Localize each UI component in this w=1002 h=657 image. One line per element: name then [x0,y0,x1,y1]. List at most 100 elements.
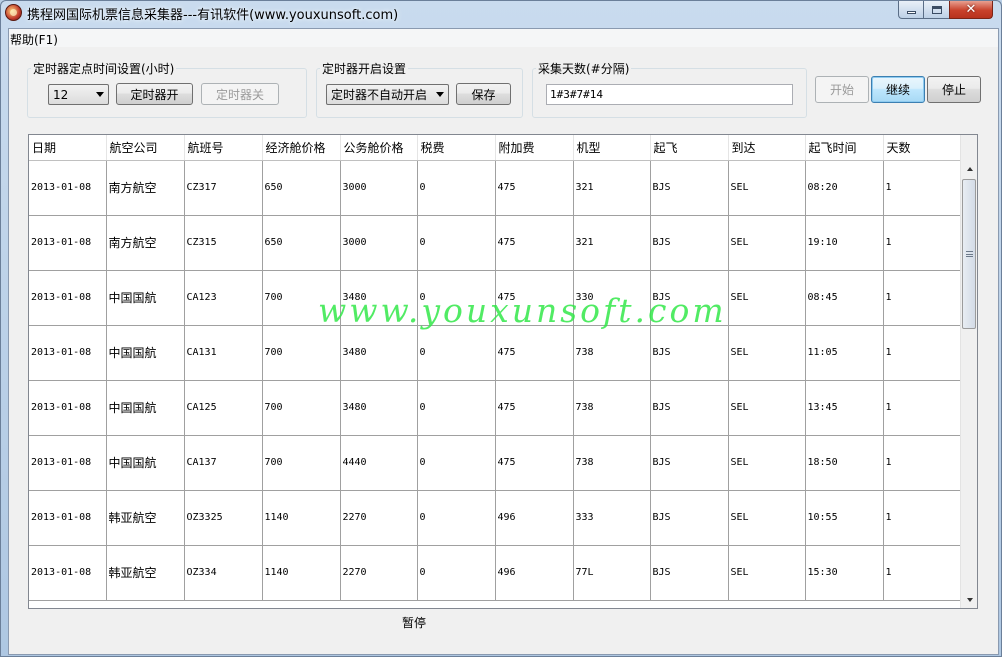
table-cell: 10:55 [805,490,884,546]
table-cell: 南方航空 [106,160,185,216]
timer-start-group: 定时器开启设置 定时器不自动开启 保存 [316,60,523,118]
table-row[interactable]: 2013-01-08 中国国航 CA137 700 4440 0 475 738 BJS SEL 1… [29,435,961,491]
table-cell: 0 [417,215,496,271]
app-window: 携程网国际机票信息采集器---有讯软件(www.youxunsoft.com) … [0,0,1002,657]
column-header[interactable]: 日期 [29,135,107,161]
table-cell: 2013-01-08 [29,490,107,546]
timer-schedule-label: 定时器定点时间设置(小时) [31,60,177,77]
table-row[interactable]: 2013-01-08 中国国航 CA125 700 3480 0 475 738 BJS SEL 1… [29,380,961,436]
table-row[interactable]: 2013-01-08 南方航空 CZ315 650 3000 0 475 321 BJS SEL 1… [29,215,961,271]
table-cell: 738 [573,380,651,436]
table-row[interactable]: 2013-01-08 中国国航 CA123 700 3480 0 475 330 BJS SEL 0… [29,270,961,326]
table-row[interactable]: 2013-01-08 南方航空 CZ317 650 3000 0 475 321 BJS SEL 0… [29,160,961,216]
continue-button[interactable]: 继续 [871,76,925,103]
table-row[interactable]: 2013-01-08 韩亚航空 OZ3325 1140 2270 0 496 333 BJS SE… [29,490,961,546]
table-cell: 2013-01-08 [29,435,107,491]
maximize-button[interactable] [923,1,950,19]
table-cell: CA131 [184,325,263,381]
column-header[interactable]: 机型 [573,135,651,161]
table-cell: CA137 [184,435,263,491]
table-cell: 15:30 [805,545,884,601]
table-header-row: 日期 航空公司 航班号 经济舱价格 公务舱价格 税费 附加费 机型 起飞 到达 起飞时间 天数 [29,135,961,161]
table-cell: OZ3325 [184,490,263,546]
flight-table: 日期 航空公司 航班号 经济舱价格 公务舱价格 税费 附加费 机型 起飞 到达 起飞时间 天数 201… [29,135,961,601]
table-cell: BJS [650,490,729,546]
table-cell: SEL [728,215,806,271]
table-cell: 738 [573,325,651,381]
scroll-thumb[interactable] [962,179,976,329]
timer-mode-value: 定时器不自动开启 [331,88,428,102]
save-button[interactable]: 保存 [456,83,511,105]
timer-off-button[interactable]: 定时器关 [201,83,279,105]
start-button[interactable]: 开始 [815,76,869,103]
table-cell: 0 [417,325,496,381]
close-button[interactable]: ✕ [949,1,993,19]
column-header[interactable]: 到达 [728,135,806,161]
title-bar[interactable]: 携程网国际机票信息采集器---有讯软件(www.youxunsoft.com) … [1,1,1001,25]
table-row[interactable]: 2013-01-08 韩亚航空 OZ334 1140 2270 0 496 77L BJS SEL… [29,545,961,601]
scroll-down-icon [966,597,973,602]
column-header[interactable]: 天数 [883,135,961,161]
table-cell: 0 [417,160,496,216]
table-cell: 18:50 [805,435,884,491]
column-header[interactable]: 起飞时间 [805,135,884,161]
scroll-up-icon [966,166,973,171]
table-cell: 3480 [340,325,418,381]
collect-days-input[interactable]: 1#3#7#14 [546,84,793,105]
table-cell: 2013-01-08 [29,545,107,601]
table-cell: 中国国航 [106,435,185,491]
table-cell: 1140 [262,545,341,601]
table-cell: 4440 [340,435,418,491]
column-header[interactable]: 税费 [417,135,496,161]
table-cell: BJS [650,380,729,436]
table-cell: SEL [728,435,806,491]
table-cell: 1 [883,215,961,271]
column-header[interactable]: 航空公司 [106,135,185,161]
table-cell: BJS [650,325,729,381]
timer-on-button[interactable]: 定时器开 [116,83,193,105]
table-cell: BJS [650,270,729,326]
minimize-icon [906,11,916,14]
table-cell: 77L [573,545,651,601]
column-header[interactable]: 公务舱价格 [340,135,418,161]
table-cell: 2013-01-08 [29,325,107,381]
table-cell: 475 [495,380,574,436]
column-header[interactable]: 航班号 [184,135,263,161]
table-cell: 中国国航 [106,380,185,436]
table-cell: 738 [573,435,651,491]
menu-help[interactable]: 帮助(F1) [9,31,59,48]
table-cell: BJS [650,545,729,601]
table-cell: 08:20 [805,160,884,216]
table-cell: 700 [262,325,341,381]
table-cell: 1 [883,380,961,436]
table-cell: OZ334 [184,545,263,601]
table-cell: CZ317 [184,160,263,216]
table-cell: SEL [728,325,806,381]
column-header[interactable]: 起飞 [650,135,729,161]
table-cell: SEL [728,490,806,546]
table-cell: 330 [573,270,651,326]
scroll-up-button[interactable] [961,160,977,177]
table-cell: 2013-01-08 [29,270,107,326]
stop-button[interactable]: 停止 [927,76,981,103]
table-cell: 700 [262,380,341,436]
table-cell: 650 [262,215,341,271]
timer-hour-select[interactable]: 12 [48,84,109,105]
minimize-button[interactable] [898,1,924,19]
table-cell: 475 [495,325,574,381]
table-row[interactable]: 2013-01-08 中国国航 CA131 700 3480 0 475 738 BJS SEL 1… [29,325,961,381]
table-cell: SEL [728,545,806,601]
column-header[interactable]: 附加费 [495,135,574,161]
vertical-scrollbar[interactable] [960,135,977,608]
table-cell: 700 [262,270,341,326]
table-cell: BJS [650,215,729,271]
timer-hour-value: 12 [53,87,69,102]
flight-data-grid[interactable]: 日期 航空公司 航班号 经济舱价格 公务舱价格 税费 附加费 机型 起飞 到达 起飞时间 天数 201… [28,134,978,609]
table-cell: 0 [417,270,496,326]
timer-mode-select[interactable]: 定时器不自动开启 [326,84,449,105]
table-cell: 1140 [262,490,341,546]
table-cell: 2013-01-08 [29,380,107,436]
close-icon: ✕ [965,2,977,17]
scroll-down-button[interactable] [961,591,977,608]
column-header[interactable]: 经济舱价格 [262,135,341,161]
